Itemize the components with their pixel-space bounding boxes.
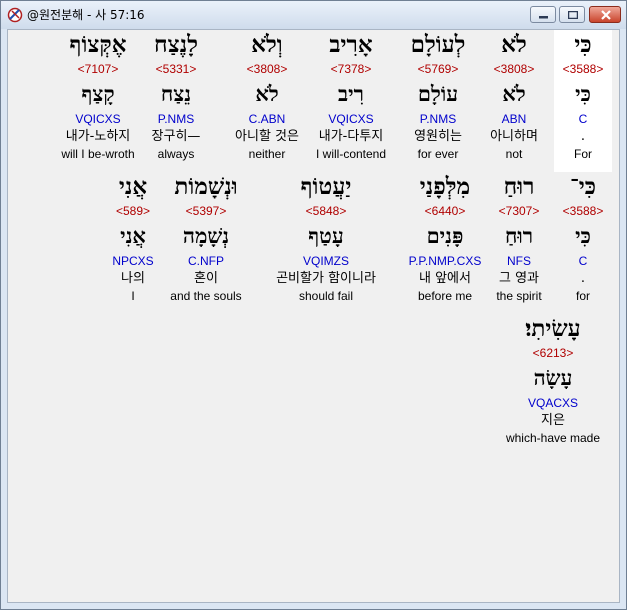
hebrew-word: עָשִׂיתִי׃: [525, 315, 581, 342]
hebrew-word: אֶקְּצוֹף: [69, 31, 127, 58]
hebrew-word: מִלְּפָנַי: [419, 173, 471, 200]
lemma-word: עָטַף: [308, 223, 344, 248]
morphology-code: VQIMZS: [302, 254, 349, 268]
morphology-code: P.P.NMP.CXS: [408, 254, 482, 268]
strongs-number[interactable]: <6213>: [503, 344, 603, 362]
korean-gloss: 영원히는: [414, 129, 462, 144]
word-cell[interactable]: אֶקְּצוֹף <7107> קָצַף VQICXS 내가-노하지 will I b…: [48, 30, 148, 162]
word-cell[interactable]: מִלְּפָנַי <6440> פָּנִים P.P.NMP.CXS 내 앞에서 b…: [395, 172, 495, 304]
strongs-number[interactable]: <7107>: [48, 60, 148, 78]
strongs-number[interactable]: <589>: [83, 202, 183, 220]
word-cell[interactable]: וְלֹא <3808> לֹא C.ABN 아니할 것은 neither: [217, 30, 317, 162]
morphology-code: C.ABN: [248, 112, 286, 126]
korean-gloss: 내 앞에서: [419, 271, 471, 286]
english-gloss: will I be-wroth: [61, 147, 135, 161]
morphology-code: P.NMS: [419, 112, 457, 126]
korean-gloss: 지은: [541, 413, 565, 428]
lemma-word: עָשָׂה: [533, 365, 573, 390]
strongs-number[interactable]: <6440>: [395, 202, 495, 220]
hebrew-word: יַעֲטוֹף: [300, 173, 352, 200]
lemma-word: פָּנִים: [426, 223, 464, 248]
strongs-number[interactable]: <5848>: [276, 202, 376, 220]
lemma-word: לֹא: [255, 81, 279, 106]
morphology-code: VQACXS: [527, 396, 578, 410]
korean-gloss: 곤비할가 함이니라: [276, 271, 376, 286]
minimize-icon: [539, 16, 548, 19]
close-button[interactable]: [589, 6, 621, 23]
strongs-number[interactable]: <5769>: [388, 60, 488, 78]
korean-gloss: 아니할 것은: [235, 129, 299, 144]
korean-gloss: 나의: [121, 271, 145, 286]
window-title: @원전분해 - 사 57:16: [27, 8, 145, 22]
app-icon: [7, 7, 23, 23]
close-icon: [601, 10, 611, 20]
morphology-code: NPCXS: [112, 254, 154, 268]
hebrew-word: אֲנִי: [118, 173, 148, 200]
english-gloss: should fail: [298, 289, 354, 303]
morphology-code: VQICXS: [75, 112, 121, 126]
word-cell[interactable]: לְעוֹלָם <5769> עוֹלָם P.NMS 영원히는 for ever: [388, 30, 488, 162]
maximize-button[interactable]: [559, 6, 585, 23]
word-cell[interactable]: אֲנִי <589> אֲנִי NPCXS 나의 I: [83, 172, 183, 304]
interlinear-view[interactable]: כִּי <3588> כִּי C. For לֹא <3808> לֹא ABN 아니하며 no…: [7, 29, 620, 603]
english-gloss: neither: [248, 147, 286, 161]
english-gloss: which-have made: [505, 431, 601, 445]
hebrew-word: וְלֹא: [251, 31, 283, 58]
english-gloss: before me: [417, 289, 473, 303]
title-bar[interactable]: @원전분해 - 사 57:16: [1, 1, 626, 29]
lemma-word: עוֹלָם: [417, 81, 459, 106]
lemma-word: קָצַף: [81, 81, 115, 106]
maximize-icon: [568, 11, 578, 19]
word-cell[interactable]: יַעֲטוֹף <5848> עָטַף VQIMZS 곤비할가 함이니라 should…: [276, 172, 376, 304]
lemma-word: אֲנִי: [120, 223, 146, 248]
english-gloss: I: [131, 289, 135, 303]
word-cell[interactable]: עָשִׂיתִי׃ <6213> עָשָׂה VQACXS 지은 which-have…: [503, 314, 603, 446]
strongs-number[interactable]: <3808>: [217, 60, 317, 78]
english-gloss: for ever: [417, 147, 459, 161]
app-window: @원전분해 - 사 57:16 כִּי <3588> כִּי C. For לֹא <3…: [0, 0, 627, 610]
hebrew-word: לְעוֹלָם: [410, 31, 466, 58]
korean-gloss: 내가-노하지: [65, 129, 131, 144]
minimize-button[interactable]: [530, 6, 556, 23]
